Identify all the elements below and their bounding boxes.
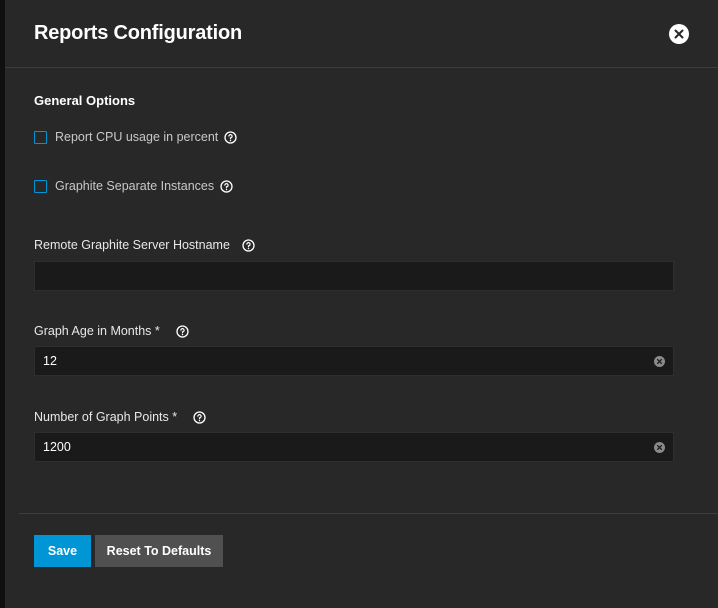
general-options-heading: General Options (34, 93, 136, 108)
graph-age-label: Graph Age in Months * (34, 324, 160, 338)
graph-age-input[interactable] (35, 347, 643, 375)
graphite-hostname-label-row: Remote Graphite Server Hostname (34, 238, 255, 252)
help-icon[interactable] (224, 130, 237, 144)
close-icon[interactable] (669, 24, 689, 44)
clear-icon[interactable] (654, 356, 665, 367)
graph-points-input[interactable] (35, 433, 643, 461)
graphite-separate-instances-checkbox[interactable] (34, 179, 47, 193)
footer-divider (19, 513, 718, 514)
help-icon[interactable] (220, 179, 233, 193)
help-icon[interactable] (193, 410, 206, 424)
reports-configuration-dialog: Reports Configuration General Options Re… (5, 0, 718, 608)
help-icon[interactable] (176, 324, 189, 338)
report-cpu-percent-checkbox[interactable] (34, 130, 47, 144)
graphite-separate-instances-label[interactable]: Graphite Separate Instances (55, 179, 214, 193)
report-cpu-percent-row: Report CPU usage in percent (34, 128, 237, 146)
graph-points-field (34, 432, 674, 462)
report-cpu-percent-label[interactable]: Report CPU usage in percent (55, 130, 218, 144)
graph-age-field (34, 346, 674, 376)
graph-points-label: Number of Graph Points * (34, 410, 178, 424)
dialog-title: Reports Configuration (34, 22, 243, 44)
clear-icon[interactable] (654, 442, 665, 453)
dialog-header: Reports Configuration (5, 0, 718, 68)
graph-age-label-row: Graph Age in Months * (34, 324, 189, 338)
graph-points-label-row: Number of Graph Points * (34, 410, 206, 424)
graphite-hostname-input[interactable] (35, 262, 643, 290)
graphite-hostname-label: Remote Graphite Server Hostname (34, 238, 230, 252)
reset-to-defaults-button[interactable]: Reset To Defaults (95, 535, 223, 567)
graphite-separate-instances-row: Graphite Separate Instances (34, 177, 233, 195)
save-button[interactable]: Save (34, 535, 91, 567)
help-icon[interactable] (242, 238, 255, 252)
graphite-hostname-field (34, 261, 674, 291)
